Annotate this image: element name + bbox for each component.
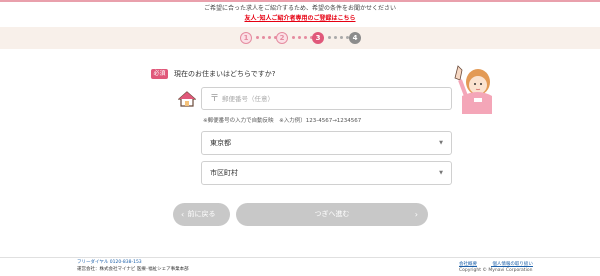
intro-text: ご希望に合った求人をご紹介するため、希望の条件をお聞かせください (203, 5, 396, 12)
back-button[interactable]: ‹ 前に戻る (173, 203, 230, 226)
step-dots (292, 36, 313, 40)
step-4: 4 (349, 32, 361, 44)
step-dots (328, 36, 349, 40)
dropdown-arrow-icon: ▼ (439, 140, 443, 146)
chevron-left-icon: ‹ (181, 210, 185, 219)
advisor-character-illustration (454, 65, 492, 114)
back-button-label: 前に戻る (187, 210, 216, 218)
step-dots (256, 36, 277, 40)
footer-link-company[interactable]: 会社概要 (459, 262, 477, 267)
zip-input[interactable] (222, 91, 442, 107)
zip-input-field[interactable]: 〒 (201, 87, 452, 110)
prefecture-select[interactable]: 東京都 ▼ (201, 131, 452, 155)
postal-mark-icon: 〒 (210, 94, 220, 104)
city-value: 市区町村 (210, 169, 238, 177)
next-button[interactable]: つぎへ進む › (236, 203, 428, 226)
step-2: 2 (276, 32, 288, 44)
footer-link-privacy[interactable]: 個人情報の取り扱い (492, 262, 533, 267)
prefecture-value: 東京都 (210, 139, 231, 147)
footer-operator: 運営会社：株式会社マイナビ 医療･福祉シェア事業本部 (77, 267, 189, 272)
chevron-right-icon: › (414, 210, 418, 219)
question-label: 現在のお住まいはどちらですか? (174, 70, 276, 78)
top-accent-line (0, 0, 600, 2)
footer-copyright: Copyright © Mynavi Corporation (459, 268, 533, 273)
dropdown-arrow-icon: ▼ (439, 170, 443, 176)
step-3-current: 3 (312, 32, 324, 44)
city-select[interactable]: 市区町村 ▼ (201, 161, 452, 185)
footer-divider (0, 257, 600, 258)
house-icon (178, 91, 196, 107)
step-progress-bar: 1 2 3 4 (0, 27, 600, 49)
zip-note: ※郵便番号の入力で自動反映 ※入力例）123-4567→1234567 (203, 118, 362, 124)
required-badge: 必須 (151, 69, 168, 79)
referral-link[interactable]: 友人･知人ご紹介者専用のご登録はこちら (0, 13, 600, 22)
next-button-label: つぎへ進む (314, 210, 350, 218)
footer-free-dial[interactable]: フリーダイヤル 0120-838-153 (77, 259, 142, 265)
footer-links: 会社概要 個人情報の取り扱い (459, 261, 547, 267)
step-1: 1 (240, 32, 252, 44)
